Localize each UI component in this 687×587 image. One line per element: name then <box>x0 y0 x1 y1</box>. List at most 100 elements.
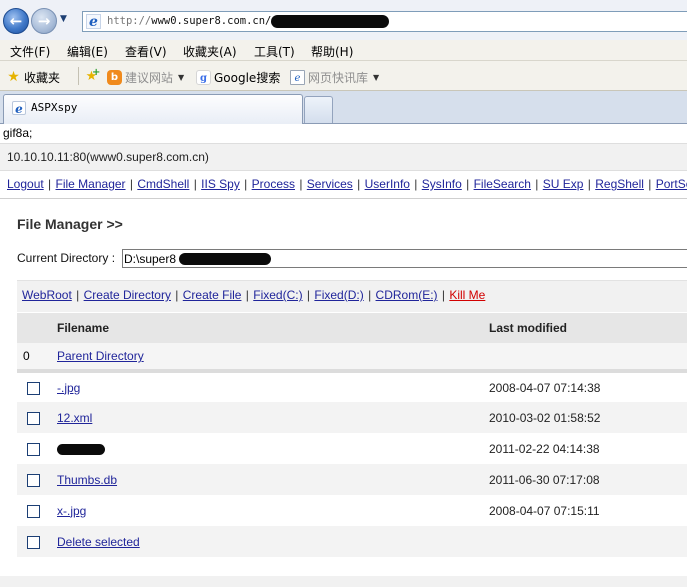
nav-sysinfo[interactable]: SysInfo <box>422 177 462 191</box>
star-icon: ★ <box>7 69 20 85</box>
action-links: WebRoot | Create Directory | Create File… <box>22 288 486 302</box>
web-slice-gallery-link[interactable]: e 网页快讯库 ▼ <box>290 69 379 86</box>
nav-logout[interactable]: Logout <box>7 177 44 191</box>
redaction-mark <box>179 253 271 265</box>
menu-edit[interactable]: 编辑(E) <box>67 43 108 60</box>
address-bar[interactable]: e http://www0.super8.com.cn/ <box>82 11 687 32</box>
table-row: x-.jpg 2008-04-07 07:15:11 <box>17 495 687 526</box>
file-checkbox[interactable] <box>27 504 40 518</box>
file-modified: 2008-04-07 07:15:11 <box>489 503 600 518</box>
current-directory-label: Current Directory : <box>17 251 116 265</box>
select-all-checkbox[interactable] <box>27 535 40 549</box>
nav-regshell[interactable]: RegShell <box>595 177 644 191</box>
delete-row: Delete selected <box>17 526 687 557</box>
parent-index: 0 <box>17 343 57 373</box>
menu-tools[interactable]: 工具(T) <box>254 43 295 60</box>
google-search-link[interactable]: g Google搜索 <box>196 69 280 86</box>
parent-directory-link[interactable]: Parent Directory <box>57 349 144 363</box>
nav-cmdshell[interactable]: CmdShell <box>137 177 189 191</box>
column-filename: Filename <box>57 313 489 343</box>
header-line: gif8a; <box>3 126 33 140</box>
page-title: File Manager >> <box>17 216 123 232</box>
nav-services[interactable]: Services <box>307 177 353 191</box>
toolbar-separator <box>78 67 79 85</box>
address-protocol: http:// <box>107 15 152 27</box>
suggested-sites-icon: b <box>107 70 122 85</box>
google-search-label: Google搜索 <box>214 71 281 85</box>
file-checkbox[interactable] <box>27 473 40 487</box>
nav-divider <box>0 198 687 199</box>
file-modified: 2011-02-22 04:14:38 <box>489 441 600 456</box>
google-icon: g <box>196 70 211 85</box>
table-row: 2011-02-22 04:14:38 <box>17 433 687 464</box>
chevron-down-icon: ▼ <box>373 73 380 82</box>
current-directory-input[interactable]: D:\super8 <box>122 249 687 268</box>
table-row: -.jpg 2008-04-07 07:14:38 <box>17 371 687 402</box>
delete-selected-link[interactable]: Delete selected <box>57 535 140 549</box>
parent-row: 0 Parent Directory <box>17 343 687 373</box>
redaction-mark <box>271 15 389 28</box>
back-arrow-icon[interactable]: ← <box>3 8 29 34</box>
history-dropdown-icon[interactable]: ▼ <box>60 14 67 24</box>
ie-page-icon: e <box>12 101 26 116</box>
web-slice-label: 网页快讯库 <box>308 71 369 85</box>
host-text: 10.10.10.11:80(www0.super8.com.cn) <box>7 150 209 164</box>
favorites-button[interactable]: ★ 收藏夹 <box>6 69 60 86</box>
ie-page-icon: e <box>86 14 101 30</box>
favorites-label: 收藏夹 <box>24 71 61 85</box>
tab-aspxspy[interactable]: e ASPXspy <box>3 94 303 124</box>
link-create-file[interactable]: Create File <box>183 288 242 302</box>
nav-process[interactable]: Process <box>252 177 295 191</box>
nav-userinfo[interactable]: UserInfo <box>365 177 410 191</box>
file-link[interactable]: -.jpg <box>57 381 80 395</box>
host-bar: 10.10.10.11:80(www0.super8.com.cn) <box>0 143 687 171</box>
nav-file-manager[interactable]: File Manager <box>56 177 126 191</box>
menu-favorites[interactable]: 收藏夹(A) <box>183 43 237 60</box>
address-toolbar: ← → ▼ e http://www0.super8.com.cn/ <box>0 0 687 40</box>
favorites-bar: ★ 收藏夹 ★ b 建议网站 ▼ g Google搜索 e 网页快讯库 ▼ <box>0 61 687 91</box>
file-table: Filename Last modified 0 Parent Director… <box>17 313 687 557</box>
action-links-bar: WebRoot | Create Directory | Create File… <box>17 280 687 312</box>
table-row: Thumbs.db 2011-06-30 07:17:08 <box>17 464 687 495</box>
file-checkbox[interactable] <box>27 442 40 456</box>
web-slice-icon: e <box>290 70 305 85</box>
add-favorite-button[interactable]: ★ <box>84 65 101 84</box>
file-checkbox[interactable] <box>27 411 40 425</box>
menu-view[interactable]: 查看(V) <box>125 43 167 60</box>
file-link[interactable]: x-.jpg <box>57 504 86 518</box>
column-last-modified: Last modified <box>489 313 687 343</box>
file-link[interactable]: Thumbs.db <box>57 473 117 487</box>
add-favorite-icon: ★ <box>84 65 101 84</box>
link-fixed-d[interactable]: Fixed(D:) <box>314 288 363 302</box>
new-tab-button[interactable] <box>304 96 333 123</box>
nav-filesearch[interactable]: FileSearch <box>474 177 531 191</box>
link-cdrom-e[interactable]: CDRom(E:) <box>376 288 438 302</box>
table-header: Filename Last modified <box>17 313 687 343</box>
nav-portscan[interactable]: PortScan <box>656 177 687 191</box>
nav-su-exp[interactable]: SU Exp <box>543 177 584 191</box>
link-webroot[interactable]: WebRoot <box>22 288 72 302</box>
file-modified: 2010-03-02 01:58:52 <box>489 402 687 433</box>
menu-bar: 文件(F) 编辑(E) 查看(V) 收藏夹(A) 工具(T) 帮助(H) <box>0 40 687 61</box>
tool-nav: Logout | File Manager | CmdShell | IIS S… <box>7 177 687 191</box>
tab-label: ASPXspy <box>31 101 78 114</box>
file-checkbox[interactable] <box>27 381 40 395</box>
link-fixed-c[interactable]: Fixed(C:) <box>253 288 302 302</box>
menu-help[interactable]: 帮助(H) <box>311 43 353 60</box>
link-kill-me[interactable]: Kill Me <box>449 288 485 302</box>
address-host: www0.super8.com.cn/ <box>151 15 272 27</box>
bottom-strip <box>0 576 687 587</box>
table-row: 12.xml 2010-03-02 01:58:52 <box>17 402 687 433</box>
forward-arrow-icon[interactable]: → <box>31 8 57 34</box>
file-modified: 2008-04-07 07:14:38 <box>489 380 601 395</box>
suggested-sites-label: 建议网站 <box>125 71 174 85</box>
chevron-down-icon: ▼ <box>178 73 185 82</box>
address-text[interactable]: http://www0.super8.com.cn/ <box>107 15 271 27</box>
nav-iis-spy[interactable]: IIS Spy <box>201 177 240 191</box>
suggested-sites-link[interactable]: b 建议网站 ▼ <box>107 69 184 86</box>
link-create-directory[interactable]: Create Directory <box>84 288 171 302</box>
menu-file[interactable]: 文件(F) <box>10 43 50 60</box>
file-modified: 2011-06-30 07:17:08 <box>489 464 687 495</box>
file-link[interactable]: 12.xml <box>57 411 92 425</box>
redaction-mark[interactable] <box>57 443 105 455</box>
